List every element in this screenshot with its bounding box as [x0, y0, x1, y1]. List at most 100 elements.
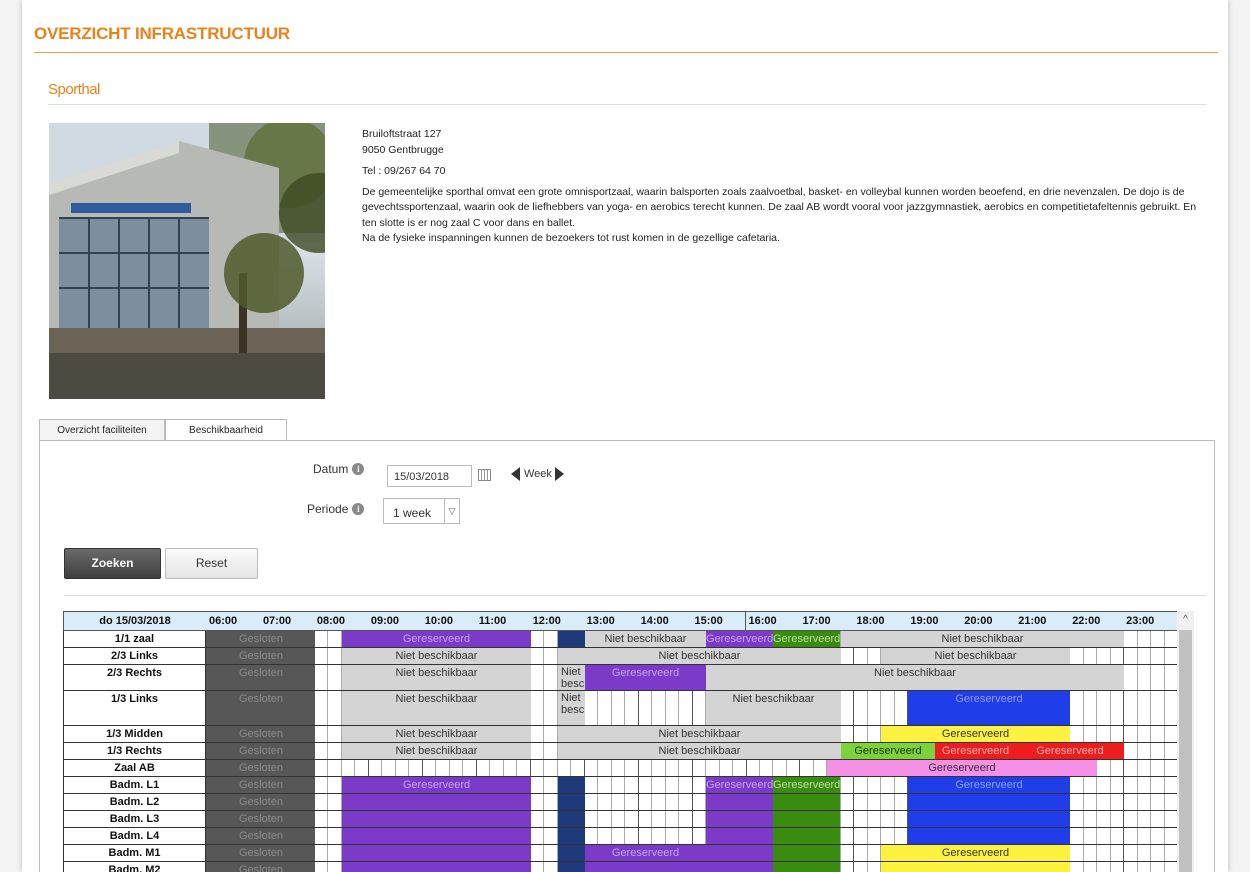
periode-select-value: 1 week: [393, 506, 432, 520]
slot-niet-beschikbaar: Niet beschikbaar: [706, 665, 1124, 690]
address-city: 9050 Gentbrugge: [362, 143, 444, 156]
previous-week-icon[interactable]: [511, 467, 520, 482]
slot-gereserveerd[interactable]: Gereserveerd: [827, 760, 1097, 776]
info-icon[interactable]: i: [352, 503, 365, 515]
week-label: Week: [524, 468, 552, 480]
slot-gereserveerd[interactable]: [706, 828, 773, 844]
grid-line: [1164, 631, 1165, 872]
slot-gereserveerd[interactable]: Gereserveerd: [841, 743, 935, 759]
slot-gereserveerd[interactable]: [706, 811, 773, 827]
slot-gereserveerd[interactable]: [773, 828, 840, 844]
slot-gereserveerd[interactable]: [342, 862, 531, 872]
search-button[interactable]: Zoeken: [64, 548, 161, 579]
slot-niet-beschikbaar: Niet beschikbaar: [342, 743, 531, 759]
hour-header: 20:00: [961, 611, 1017, 631]
slot-gereserveerd[interactable]: [558, 811, 585, 827]
next-week-icon[interactable]: [554, 467, 564, 482]
slot-gereserveerd[interactable]: Gereserveerd: [908, 691, 1070, 725]
form-divider: [64, 595, 1206, 596]
title-divider: [34, 52, 1218, 53]
slot-gereserveerd[interactable]: [342, 794, 531, 810]
slot-gereserveerd[interactable]: Gereserveerd: [706, 777, 773, 793]
slot-gereserveerd[interactable]: [773, 811, 840, 827]
hour-header: 21:00: [1015, 611, 1071, 631]
grid-line: [1137, 631, 1138, 872]
grid-line: [543, 631, 544, 872]
slot-gesloten: Gesloten: [207, 862, 315, 872]
slot-gereserveerd[interactable]: [558, 794, 585, 810]
hour-header: 16:00: [745, 611, 801, 631]
slot-gereserveerd[interactable]: Gereserveerd: [706, 631, 773, 647]
slot-gereserveerd[interactable]: Gereserveerd: [935, 743, 1016, 759]
slot-gereserveerd[interactable]: [342, 845, 531, 861]
slot-gereserveerd[interactable]: [342, 828, 531, 844]
slot-niet-beschikbaar: Niet beschikbaar: [342, 665, 531, 690]
slot-gereserveerd[interactable]: [558, 828, 585, 844]
hour-header: 09:00: [367, 611, 423, 631]
slot-niet-beschikbaar: Niet beschikbaar: [342, 726, 531, 742]
grid-scrollbar[interactable]: ^: [1177, 611, 1194, 872]
hour-header: 06:00: [206, 611, 261, 631]
facility-photo: [49, 123, 325, 399]
slot-gesloten: Gesloten: [207, 691, 315, 725]
slot-gereserveerd[interactable]: Gereserveerd: [342, 777, 531, 793]
row-label: Zaal AB: [63, 760, 206, 777]
slot-gesloten: Gesloten: [207, 648, 315, 664]
slot-gereserveerd[interactable]: Gereserveerd: [773, 631, 840, 647]
slot-gereserveerd[interactable]: [908, 828, 1070, 844]
slot-gereserveerd[interactable]: [773, 845, 840, 861]
slot-gereserveerd[interactable]: [558, 845, 585, 861]
slot-gereserveerd[interactable]: [706, 862, 773, 872]
slot-gereserveerd[interactable]: [908, 794, 1070, 810]
hour-header: 22:00: [1069, 611, 1125, 631]
hour-header: 08:00: [313, 611, 369, 631]
slot-gereserveerd[interactable]: [706, 845, 773, 861]
slot-gereserveerd[interactable]: Gereserveerd: [585, 665, 706, 690]
slot-gereserveerd[interactable]: [558, 631, 585, 647]
slot-gereserveerd[interactable]: [558, 777, 585, 793]
slot-gereserveerd[interactable]: Gereserveerd: [908, 777, 1070, 793]
slot-gesloten: Gesloten: [207, 777, 315, 793]
slot-gesloten: Gesloten: [207, 743, 315, 759]
datum-label: Datum i: [313, 462, 365, 476]
slot-gereserveerd[interactable]: Gereserveerd: [585, 845, 706, 861]
calendar-icon[interactable]: [478, 469, 491, 481]
periode-select[interactable]: 1 week ▽: [383, 498, 460, 524]
slot-gesloten: Gesloten: [207, 794, 315, 810]
info-icon[interactable]: i: [352, 463, 365, 475]
slot-gereserveerd[interactable]: [558, 862, 585, 872]
slot-gereserveerd[interactable]: [773, 794, 840, 810]
slot-gereserveerd[interactable]: [342, 811, 531, 827]
slot-gereserveerd[interactable]: [773, 862, 840, 872]
slot-gesloten: Gesloten: [207, 631, 315, 647]
tab-beschikbaarheid[interactable]: Beschikbaarheid: [165, 419, 287, 442]
slot-gereserveerd[interactable]: Gereserveerd: [881, 845, 1070, 861]
hour-header: 14:00: [637, 611, 693, 631]
slot-niet-beschikbaar: Niet beschikbaar: [558, 743, 841, 759]
subtitle-divider: [48, 104, 1206, 105]
datum-input[interactable]: 15/03/2018: [387, 465, 472, 487]
periode-label-text: Periode: [307, 502, 349, 516]
slot-gesloten: Gesloten: [207, 760, 315, 776]
slot-gesloten: Gesloten: [207, 828, 315, 844]
hour-header: 10:00: [421, 611, 477, 631]
periode-label: Periode i: [307, 502, 365, 516]
slot-gereserveerd[interactable]: Gereserveerd: [342, 631, 531, 647]
slot-gereserveerd[interactable]: [881, 862, 1070, 872]
page-container: OVERZICHT INFRASTRUCTUUR Sporthal Bruilo…: [22, 0, 1228, 872]
slot-gereserveerd[interactable]: [908, 811, 1070, 827]
slot-gereserveerd[interactable]: [585, 862, 706, 872]
reset-button[interactable]: Reset: [165, 548, 258, 579]
scroll-thumb[interactable]: [1179, 630, 1192, 872]
slot-gereserveerd[interactable]: Gereserveerd: [1016, 743, 1124, 759]
slot-gereserveerd[interactable]: Gereserveerd: [881, 726, 1070, 742]
row-label: 1/3 Midden: [63, 726, 206, 743]
page-title: OVERZICHT INFRASTRUCTUUR: [34, 24, 290, 43]
tab-overzicht-faciliteiten[interactable]: Overzicht faciliteiten: [39, 419, 165, 441]
chevron-down-icon: ▽: [444, 499, 459, 523]
slot-gereserveerd[interactable]: [706, 794, 773, 810]
slot-gereserveerd[interactable]: Gereserveerd: [773, 777, 840, 793]
scroll-up-icon[interactable]: ^: [1177, 611, 1194, 628]
row-label: Badm. L4: [63, 828, 206, 845]
slot-niet-beschikbaar: Niet beschikbaar: [706, 691, 841, 725]
